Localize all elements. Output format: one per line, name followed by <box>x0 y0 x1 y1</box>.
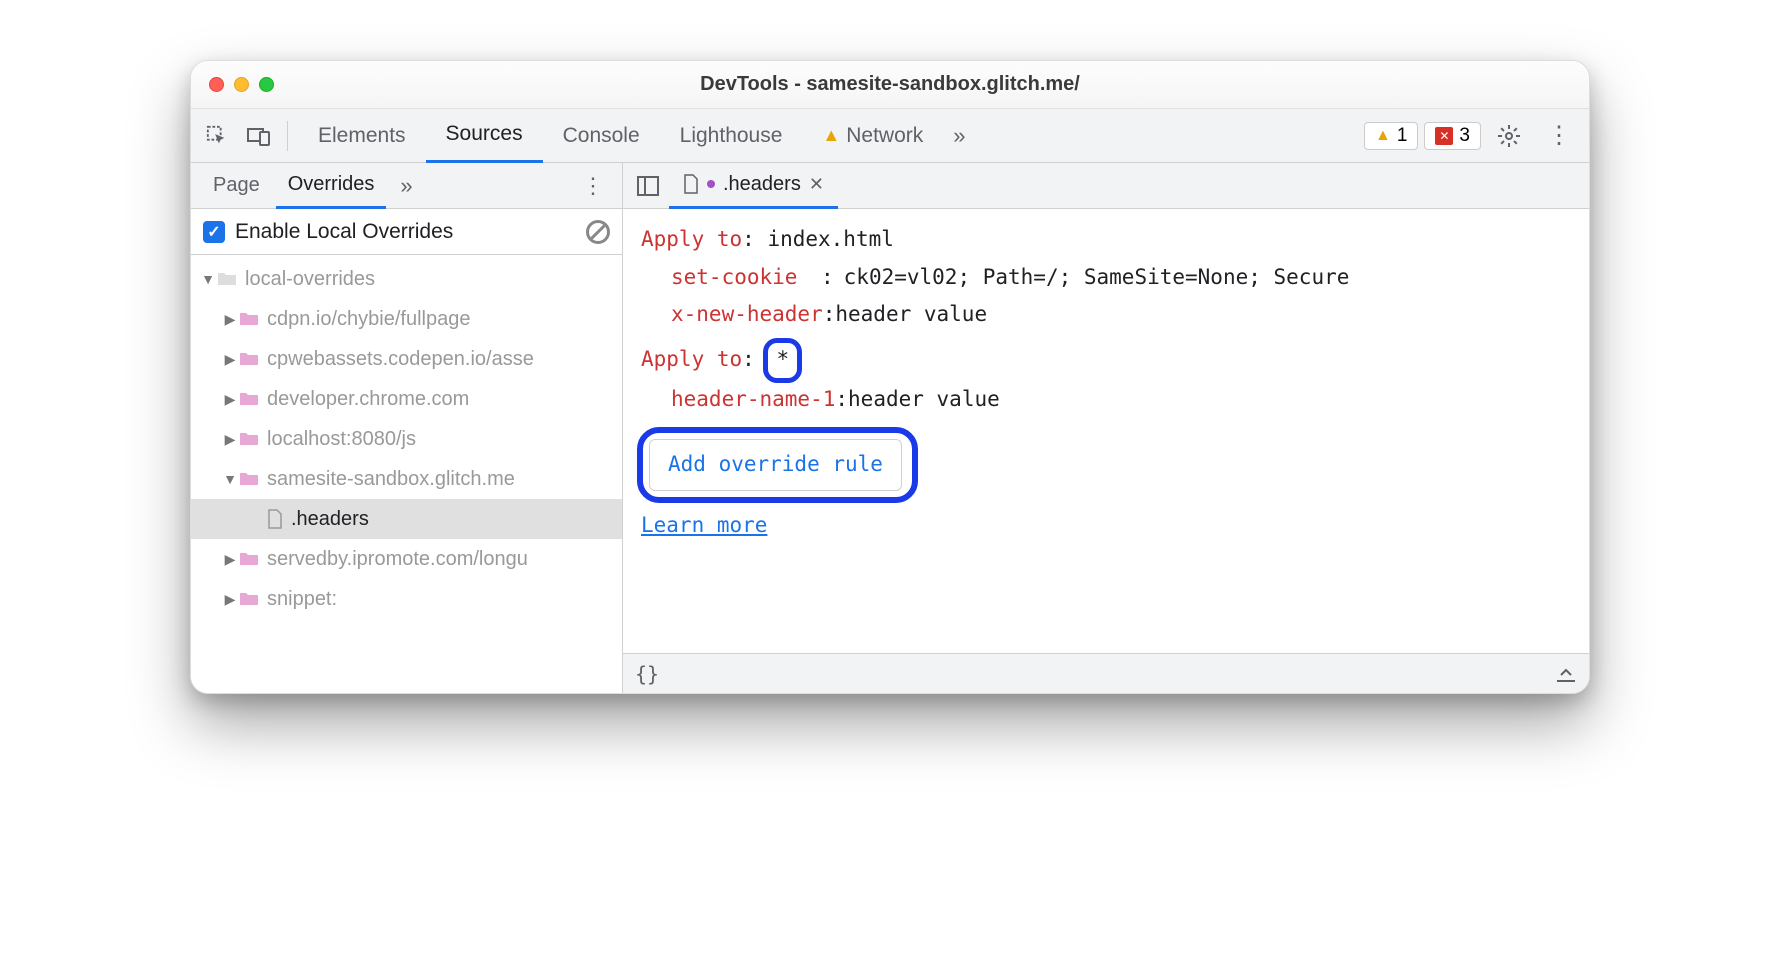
inspect-element-icon[interactable] <box>199 118 235 154</box>
file-tab-headers[interactable]: .headers ✕ <box>669 163 838 209</box>
tree-root-label: local-overrides <box>245 268 375 291</box>
header-row: header-name-1: header value <box>671 383 1571 417</box>
selected-file-label: .headers <box>291 508 369 531</box>
folder-icon <box>217 271 237 287</box>
tree-item[interactable]: ▶snippet: <box>191 579 622 619</box>
header-value[interactable]: header value <box>835 298 987 332</box>
tab-sources[interactable]: Sources <box>426 109 543 163</box>
file-icon <box>267 509 283 529</box>
caret-right-icon: ▶ <box>223 391 237 408</box>
subtab-page[interactable]: Page <box>201 163 272 209</box>
header-name[interactable]: x-new-header <box>671 298 823 332</box>
folder-icon <box>239 311 259 327</box>
tree-item[interactable]: ▶localhost:8080/js <box>191 419 622 459</box>
pretty-print-icon[interactable]: {} <box>635 662 659 686</box>
panel-tabs: Elements Sources Console Lighthouse ▲ Ne… <box>298 109 976 163</box>
window-title: DevTools - samesite-sandbox.glitch.me/ <box>191 73 1589 96</box>
expand-icon[interactable] <box>1555 665 1577 683</box>
caret-right-icon: ▶ <box>223 311 237 328</box>
tree-item[interactable]: ▶cdpn.io/chybie/fullpage <box>191 299 622 339</box>
caret-down-icon: ▼ <box>223 471 237 487</box>
apply-to-target[interactable]: * <box>776 347 789 371</box>
caret-right-icon: ▶ <box>223 551 237 568</box>
modified-dot-icon <box>707 180 715 188</box>
editor-footer: {} <box>623 653 1589 693</box>
tree-file-selected[interactable]: .headers <box>191 499 622 539</box>
warning-triangle-icon: ▲ <box>822 125 840 146</box>
add-override-rule-button[interactable]: Add override rule <box>649 439 902 491</box>
overrides-tree: ▼ local-overrides ▶cdpn.io/chybie/fullpa… <box>191 255 622 693</box>
folder-icon <box>239 551 259 567</box>
enable-overrides-checkbox[interactable] <box>203 221 225 243</box>
file-tab-label: .headers <box>723 173 801 196</box>
device-toggle-icon[interactable] <box>241 118 277 154</box>
header-value[interactable]: header value <box>848 383 1000 417</box>
more-subtabs-chevron-icon[interactable]: » <box>390 173 422 199</box>
apply-to-target[interactable]: index.html <box>767 227 893 251</box>
tree-item[interactable]: ▼samesite-sandbox.glitch.me <box>191 459 622 499</box>
tree-item[interactable]: ▶servedby.ipromote.com/longu <box>191 539 622 579</box>
titlebar: DevTools - samesite-sandbox.glitch.me/ <box>191 61 1589 109</box>
navigator-panel: Page Overrides » ⋮ Enable Local Override… <box>191 163 623 693</box>
devtools-window: DevTools - samesite-sandbox.glitch.me/ E… <box>190 60 1590 694</box>
error-count: 3 <box>1459 125 1470 147</box>
tab-network-label: Network <box>846 124 923 148</box>
header-name[interactable]: header-name-1 <box>671 383 835 417</box>
navigator-more-icon[interactable]: ⋮ <box>574 173 612 199</box>
tree-item[interactable]: ▶cpwebassets.codepen.io/asse <box>191 339 622 379</box>
more-tabs-chevron-icon[interactable]: » <box>943 123 975 149</box>
caret-right-icon: ▶ <box>223 431 237 448</box>
folder-icon <box>239 351 259 367</box>
header-row: x-new-header: header value <box>671 298 1571 332</box>
tab-network[interactable]: ▲ Network <box>802 109 943 163</box>
toggle-navigator-icon[interactable] <box>631 176 665 196</box>
close-tab-icon[interactable]: ✕ <box>809 174 824 195</box>
apply-to-row: Apply to: index.html <box>641 223 1571 257</box>
apply-to-keyword: Apply to <box>641 347 742 371</box>
header-row: set-cookie : ck02=vl02; Path=/; SameSite… <box>671 261 1571 295</box>
folder-icon <box>239 431 259 447</box>
toolbar-divider <box>287 121 288 151</box>
caret-right-icon: ▶ <box>223 591 237 608</box>
highlighted-wildcard: * <box>763 338 802 384</box>
folder-icon <box>239 591 259 607</box>
header-name[interactable]: set-cookie <box>671 261 811 295</box>
tree-item[interactable]: ▶developer.chrome.com <box>191 379 622 419</box>
highlighted-add-button: Add override rule <box>637 427 918 503</box>
error-icon: ✕ <box>1435 127 1453 145</box>
error-count-badge[interactable]: ✕ 3 <box>1424 122 1481 150</box>
main-toolbar: Elements Sources Console Lighthouse ▲ Ne… <box>191 109 1589 163</box>
editor-panel: .headers ✕ Apply to: index.html set-cook… <box>623 163 1589 693</box>
warning-count: 1 <box>1397 125 1408 147</box>
tab-console[interactable]: Console <box>543 109 660 163</box>
settings-gear-icon[interactable] <box>1487 124 1531 148</box>
headers-editor[interactable]: Apply to: index.html set-cookie : ck02=v… <box>623 209 1589 653</box>
editor-tabbar: .headers ✕ <box>623 163 1589 209</box>
tab-lighthouse[interactable]: Lighthouse <box>660 109 803 163</box>
more-menu-icon[interactable]: ⋮ <box>1537 121 1581 150</box>
navigator-subtabs: Page Overrides » ⋮ <box>191 163 622 209</box>
caret-down-icon: ▼ <box>201 271 215 287</box>
file-icon <box>683 174 699 194</box>
tree-root[interactable]: ▼ local-overrides <box>191 259 622 299</box>
subtab-overrides[interactable]: Overrides <box>276 163 387 209</box>
clear-overrides-icon[interactable] <box>586 220 610 244</box>
folder-icon <box>239 391 259 407</box>
learn-more-link[interactable]: Learn more <box>641 513 767 537</box>
apply-to-keyword: Apply to <box>641 227 742 251</box>
enable-overrides-row: Enable Local Overrides <box>191 209 622 255</box>
header-value[interactable]: ck02=vl02; Path=/; SameSite=None; Secure <box>844 261 1350 295</box>
warning-icon: ▲ <box>1375 127 1391 145</box>
tab-elements[interactable]: Elements <box>298 109 426 163</box>
caret-right-icon: ▶ <box>223 351 237 368</box>
enable-overrides-label: Enable Local Overrides <box>235 220 453 244</box>
folder-icon <box>239 471 259 487</box>
warning-count-badge[interactable]: ▲ 1 <box>1364 122 1418 150</box>
apply-to-row: Apply to: * <box>641 342 1571 380</box>
